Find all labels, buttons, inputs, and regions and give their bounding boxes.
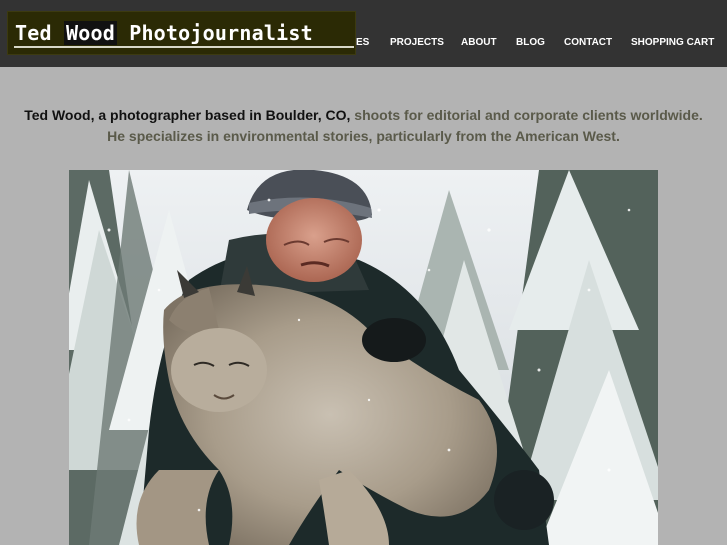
intro-lead: Ted Wood, a photographer based in Boulde… <box>24 107 351 123</box>
glove <box>362 318 426 362</box>
intro-text: Ted Wood, a photographer based in Boulde… <box>20 105 707 147</box>
nav-item-projects[interactable]: PROJECTS <box>390 37 444 48</box>
hero-photo-illustration <box>69 170 658 545</box>
face <box>266 198 362 282</box>
main-nav: ES PROJECTS ABOUT BLOG CONTACT SHOPPING … <box>0 37 727 49</box>
nav-item-blog[interactable]: BLOG <box>516 37 545 48</box>
nav-item-about[interactable]: ABOUT <box>461 37 497 48</box>
site-header: Ted Wood Photojournalist ES PROJECTS ABO… <box>0 0 727 67</box>
hero-photo[interactable] <box>69 170 658 545</box>
nav-item-shopping-cart[interactable]: SHOPPING CART <box>631 37 714 48</box>
nav-item-contact[interactable]: CONTACT <box>564 37 612 48</box>
nav-item-truncated[interactable]: ES <box>356 37 369 48</box>
